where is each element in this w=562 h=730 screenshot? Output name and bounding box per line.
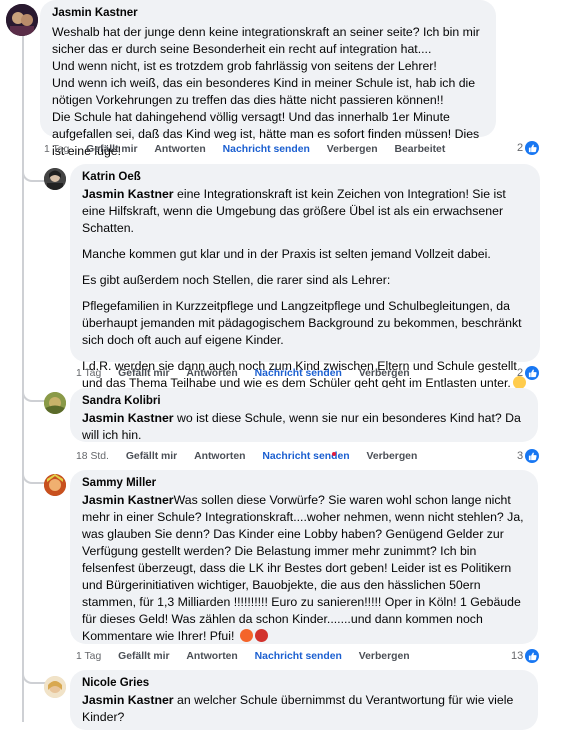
reaction-summary[interactable]: 2 xyxy=(517,141,540,155)
comment-paragraph: Pflegefamilien in Kurzzeitpflege und Lan… xyxy=(82,299,522,347)
comment-author[interactable]: Jasmin Kastner xyxy=(52,6,484,21)
comment-author[interactable]: Sandra Kolibri xyxy=(82,394,526,409)
reaction-summary[interactable]: 3 xyxy=(517,449,540,463)
comment-bubble: Jasmin Kastner Weshalb hat der junge den… xyxy=(40,0,496,158)
avatar[interactable] xyxy=(44,168,66,190)
cursing-face-icon xyxy=(254,629,268,642)
comment-timestamp[interactable]: 1 Tag xyxy=(76,651,101,662)
angry-face-icon xyxy=(239,629,253,642)
mention-link[interactable]: Jasmin Kastner xyxy=(82,187,174,201)
like-icon xyxy=(525,449,540,463)
like-icon xyxy=(525,141,540,155)
reaction-count: 2 xyxy=(517,367,524,379)
thread-branch xyxy=(22,386,46,402)
comment-bubble: Sandra Kolibri Jasmin Kastner wo ist die… xyxy=(70,388,538,442)
reaction-summary[interactable]: 2 xyxy=(517,366,540,380)
hide-button[interactable]: Verbergen xyxy=(327,144,378,155)
avatar[interactable] xyxy=(44,474,66,496)
thread-branch xyxy=(22,166,46,182)
comment-text: Weshalb hat der junge denn keine integra… xyxy=(52,25,480,158)
comment-paragraph: Es gibt außerdem noch Stellen, die rarer… xyxy=(82,273,391,287)
avatar-photo-icon xyxy=(6,4,38,36)
comment-text: Jasmin KastnerWas sollen diese Vorwürfe?… xyxy=(82,493,524,643)
hide-button[interactable]: Verbergen xyxy=(359,368,410,379)
avatar[interactable] xyxy=(44,392,66,414)
comment-author[interactable]: Katrin Oeß xyxy=(82,170,528,185)
thread-branch xyxy=(22,468,46,484)
reaction-count: 3 xyxy=(517,450,524,462)
comment-author[interactable]: Sammy Miller xyxy=(82,476,526,491)
send-message-button[interactable]: Nachricht senden xyxy=(262,451,349,462)
send-message-button[interactable]: Nachricht senden xyxy=(255,651,342,662)
thread-line xyxy=(22,28,24,722)
thread-branch xyxy=(22,668,46,684)
comment-timestamp[interactable]: 18 Std. xyxy=(76,451,109,462)
like-button[interactable]: Gefällt mir xyxy=(118,368,169,379)
reply-button[interactable]: Antworten xyxy=(154,144,205,155)
avatar[interactable] xyxy=(6,4,38,36)
comment-actions: 1 Tag Gefällt mir Antworten Nachricht se… xyxy=(44,144,459,155)
comment-bubble: Nicole Gries Jasmin Kastner an welcher S… xyxy=(70,670,538,730)
send-message-button[interactable]: Nachricht senden xyxy=(255,368,342,379)
comment-bubble: Sammy Miller Jasmin KastnerWas sollen di… xyxy=(70,470,538,644)
reply-button[interactable]: Antworten xyxy=(194,451,245,462)
avatar[interactable] xyxy=(44,676,66,698)
like-icon xyxy=(525,366,540,380)
like-icon xyxy=(525,649,540,663)
edited-label: Bearbeitet xyxy=(394,144,446,155)
comment-timestamp[interactable]: 1 Tag xyxy=(76,368,101,379)
reaction-summary[interactable]: 13 xyxy=(511,649,540,663)
hide-button[interactable]: Verbergen xyxy=(359,651,410,662)
avatar-photo-icon xyxy=(44,474,66,496)
comment-bubble: Katrin Oeß Jasmin Kastner eine Integrati… xyxy=(70,164,540,390)
mention-link[interactable]: Jasmin Kastner xyxy=(82,493,174,507)
mention-link[interactable]: Jasmin Kastner xyxy=(82,693,174,707)
like-button[interactable]: Gefällt mir xyxy=(126,451,177,462)
send-message-button[interactable]: Nachricht senden xyxy=(223,144,310,155)
reply-button[interactable]: Antworten xyxy=(186,651,237,662)
like-button[interactable]: Gefällt mir xyxy=(86,144,137,155)
like-button[interactable]: Gefällt mir xyxy=(118,651,169,662)
comment-paragraph: Jasmin Kastner eine Integrationskraft is… xyxy=(82,187,506,235)
comment-actions: 18 Std. Gefällt mir Antworten Nachricht … xyxy=(76,451,431,462)
comment-actions: 1 Tag Gefällt mir Antworten Nachricht se… xyxy=(76,651,424,662)
comment-actions: 1 Tag Gefällt mir Antworten Nachricht se… xyxy=(76,368,424,379)
reply-button[interactable]: Antworten xyxy=(186,368,237,379)
avatar-photo-icon xyxy=(44,392,66,414)
comment-paragraph: Manche kommen gut klar und in der Praxis… xyxy=(82,247,491,261)
comment-text: Jasmin Kastner an welcher Schule übernim… xyxy=(82,693,517,724)
comment-author[interactable]: Nicole Gries xyxy=(82,676,526,691)
unread-dot xyxy=(332,452,336,456)
hide-button[interactable]: Verbergen xyxy=(366,451,417,462)
reaction-count: 13 xyxy=(511,650,524,662)
avatar-photo-icon xyxy=(44,676,66,698)
comment-timestamp[interactable]: 1 Tag xyxy=(44,144,69,155)
mention-link[interactable]: Jasmin Kastner xyxy=(82,411,174,425)
comment-text: Jasmin Kastner wo ist diese Schule, wenn… xyxy=(82,411,525,442)
reaction-count: 2 xyxy=(517,142,524,154)
avatar-photo-icon xyxy=(44,168,66,190)
